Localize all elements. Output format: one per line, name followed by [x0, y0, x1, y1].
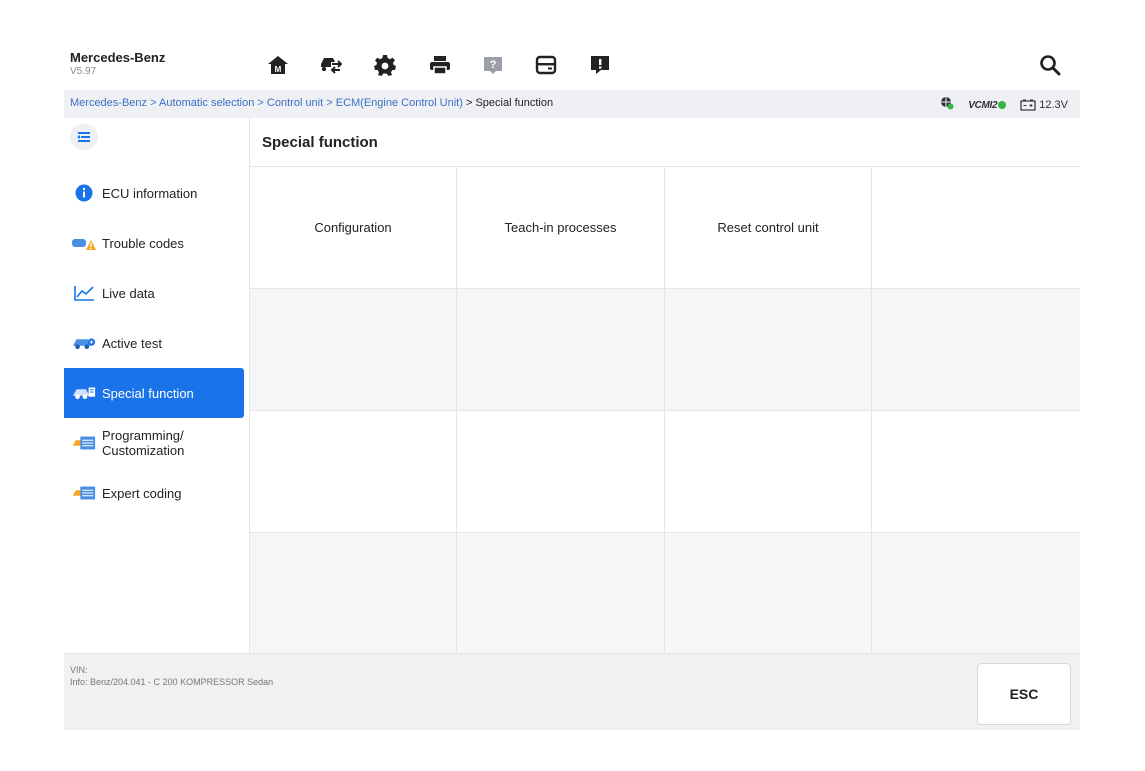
vci-label: VCMI2 — [968, 99, 998, 111]
sidebar-item-label: Live data — [102, 285, 155, 301]
sidebar-item-expert-coding[interactable]: Expert coding — [64, 468, 244, 518]
expert-coding-icon — [72, 483, 96, 503]
live-data-icon — [72, 283, 96, 303]
vehicle-info: VIN: Info: Benz/204.041 - C 200 KOMPRESS… — [70, 664, 273, 688]
empty-cell — [872, 533, 1080, 654]
breadcrumb-bar: Mercedes-Benz > Automatic selection > Co… — [64, 90, 1080, 119]
sidebar-item-label: Programming/Customization — [102, 428, 185, 458]
info-icon — [72, 183, 96, 203]
sidebar-item-label: Expert coding — [102, 485, 182, 501]
status-area: VCMI2 12.3V — [940, 96, 1068, 113]
trouble-codes-icon — [72, 233, 96, 253]
sidebar: ECU information Trouble codes Live data … — [64, 118, 250, 653]
breadcrumb-current: Special function — [475, 97, 554, 109]
empty-cell — [665, 533, 872, 654]
sidebar-item-label: Active test — [102, 335, 162, 351]
empty-cell — [250, 411, 457, 533]
footer: VIN: Info: Benz/204.041 - C 200 KOMPRESS… — [64, 653, 1080, 730]
programming-icon — [72, 433, 96, 453]
print-icon[interactable] — [428, 54, 452, 76]
help-badge: ? — [490, 59, 497, 71]
empty-cell — [665, 411, 872, 533]
search-icon[interactable] — [1038, 54, 1062, 76]
battery-status: 12.3V — [1020, 99, 1068, 111]
empty-cell — [457, 533, 665, 654]
app-version: V5.97 — [70, 66, 97, 77]
special-function-icon — [72, 383, 96, 403]
sidebar-item-trouble-codes[interactable]: Trouble codes — [64, 218, 244, 268]
empty-cell — [872, 167, 1080, 289]
empty-cell — [250, 289, 457, 411]
sidebar-item-label: ECU information — [102, 185, 198, 201]
brand-name: Mercedes-Benz — [70, 50, 166, 65]
help-icon[interactable]: ? — [481, 54, 505, 76]
sidebar-item-label: Trouble codes — [102, 235, 184, 251]
sidebar-item-ecu-information[interactable]: ECU information — [64, 168, 244, 218]
vci-status: VCMI2 — [968, 99, 1007, 111]
sidebar-item-special-function[interactable]: Special function — [64, 368, 244, 418]
feedback-icon[interactable] — [588, 54, 612, 76]
empty-cell — [665, 289, 872, 411]
menu-toggle-button[interactable] — [70, 124, 98, 150]
sidebar-item-live-data[interactable]: Live data — [64, 268, 244, 318]
vin-label: VIN: — [70, 665, 88, 675]
sidebar-item-programming-customization[interactable]: Programming/Customization — [64, 418, 244, 468]
empty-cell — [457, 411, 665, 533]
function-grid: Configuration Teach-in processes Reset c… — [250, 166, 1080, 654]
function-button-reset-control-unit[interactable]: Reset control unit — [665, 167, 872, 289]
voltage-value: 12.3V — [1039, 98, 1068, 111]
sidebar-item-label: Special function — [102, 385, 194, 401]
function-button-teach-in-processes[interactable]: Teach-in processes — [457, 167, 665, 289]
home-icon[interactable]: M — [266, 54, 290, 76]
settings-icon[interactable] — [373, 54, 397, 76]
active-test-icon — [72, 333, 96, 353]
empty-cell — [872, 289, 1080, 411]
empty-cell — [457, 289, 665, 411]
breadcrumb-item[interactable]: ECM(Engine Control Unit) — [336, 97, 463, 109]
menu-icon — [77, 132, 90, 142]
function-button-configuration[interactable]: Configuration — [250, 167, 457, 289]
brand: Mercedes-Benz V5.97 — [70, 50, 165, 78]
breadcrumb-item[interactable]: Automatic selection — [159, 97, 254, 109]
battery-icon — [1020, 99, 1036, 111]
network-icon — [940, 96, 954, 113]
breadcrumb: Mercedes-Benz > Automatic selection > Co… — [70, 97, 554, 109]
save-icon[interactable] — [534, 54, 558, 76]
app-frame: Mercedes-Benz V5.97 M ? Mercedes-Benz > … — [64, 38, 1080, 730]
breadcrumb-item[interactable]: Mercedes-Benz — [70, 97, 147, 109]
empty-cell — [872, 411, 1080, 533]
page-title: Special function — [262, 134, 378, 151]
vehicle-swap-icon[interactable] — [318, 54, 342, 76]
main-panel: Special function Configuration Teach-in … — [250, 118, 1080, 654]
top-bar: Mercedes-Benz V5.97 M ? — [64, 38, 1080, 90]
breadcrumb-item[interactable]: Control unit — [267, 97, 323, 109]
empty-cell — [250, 533, 457, 654]
vehicle-info-text: Info: Benz/204.041 - C 200 KOMPRESSOR Se… — [70, 677, 274, 687]
home-badge: M — [275, 65, 282, 74]
esc-button[interactable]: ESC — [977, 663, 1071, 725]
sidebar-item-active-test[interactable]: Active test — [64, 318, 244, 368]
vci-connected-icon — [998, 100, 1007, 109]
